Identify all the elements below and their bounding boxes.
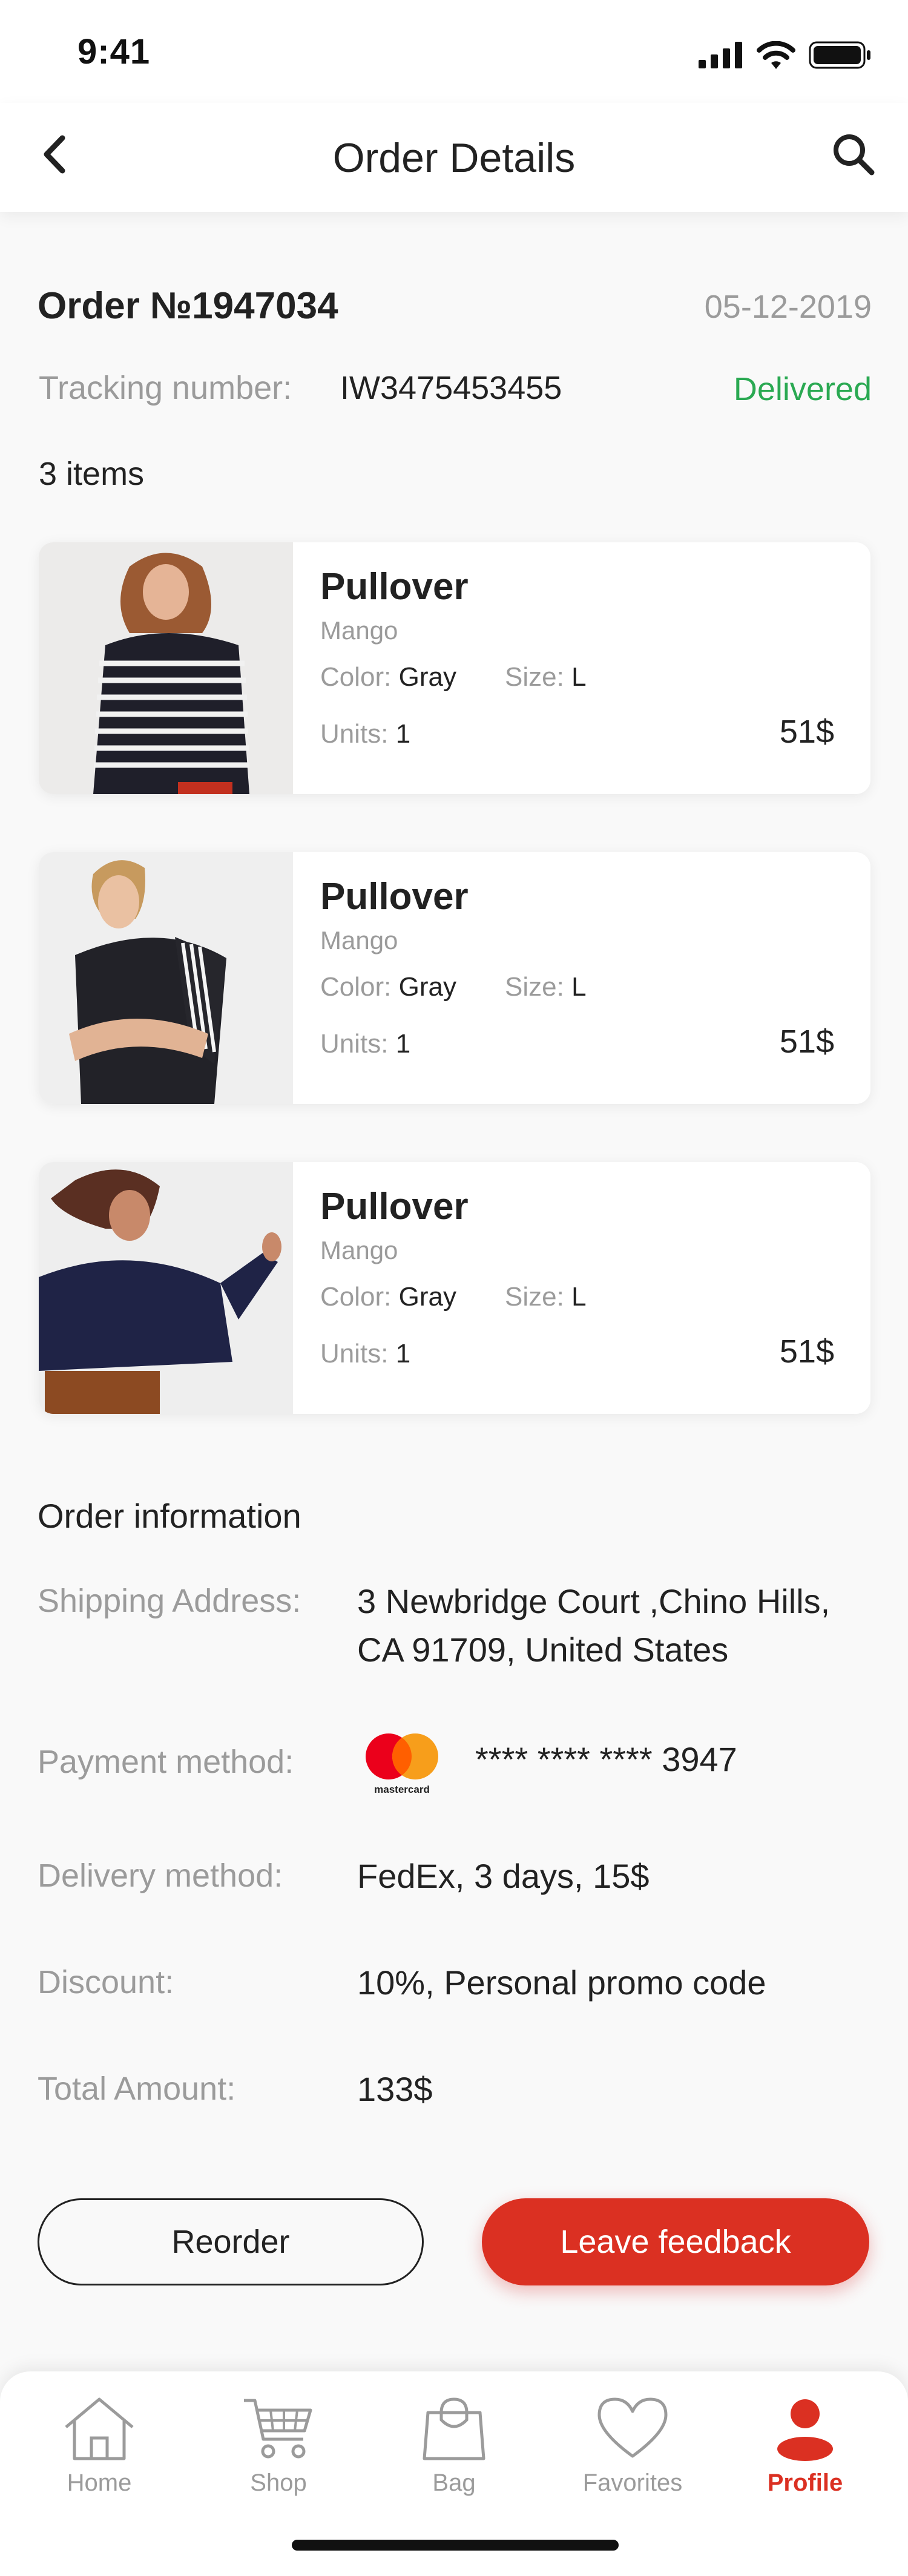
product-price: 51$ [779, 714, 834, 750]
product-units: Units: 1 [320, 1339, 410, 1369]
order-item-card[interactable]: Pullover Mango Color: Gray Size: L Units… [39, 852, 870, 1104]
product-price: 51$ [779, 1333, 834, 1370]
product-price: 51$ [779, 1024, 834, 1060]
order-item-card[interactable]: Pullover Mango Color: Gray Size: L Units… [39, 542, 870, 794]
profile-icon [777, 2399, 833, 2461]
total-label: Total Amount: [38, 2071, 236, 2107]
tracking-number: IW3475453455 [340, 370, 562, 406]
product-image [39, 852, 293, 1104]
product-image [39, 1162, 293, 1414]
nav-bar: Order Details [0, 103, 908, 212]
heart-icon [597, 2397, 668, 2458]
product-size: Size: L [505, 972, 587, 1002]
shipping-address: 3 Newbridge Court ,Chino Hills, CA 91709… [357, 1577, 830, 1674]
tab-bag-label: Bag [432, 2469, 476, 2496]
delivery-label: Delivery method: [38, 1858, 283, 1894]
payment-label: Payment method: [38, 1744, 294, 1780]
size-value: L [571, 1282, 587, 1312]
bag-icon [423, 2397, 485, 2460]
size-value: L [571, 972, 587, 1002]
status-bar: 9:41 [0, 0, 908, 103]
size-label: Size: [505, 972, 564, 1002]
color-label: Color: [320, 662, 392, 692]
product-brand: Mango [320, 926, 398, 954]
tab-profile[interactable]: Profile [732, 2396, 878, 2517]
cart-icon [244, 2399, 312, 2459]
product-units: Units: 1 [320, 1029, 410, 1059]
product-size: Size: L [505, 1282, 587, 1312]
signal-icon [699, 42, 742, 68]
status-icons [699, 41, 872, 69]
size-label: Size: [505, 1282, 564, 1312]
tab-favorites[interactable]: Favorites [560, 2396, 705, 2517]
size-value: L [571, 662, 587, 692]
status-time: 9:41 [77, 32, 151, 71]
product-color: Color: Gray [320, 972, 456, 1002]
units-label: Units: [320, 1339, 389, 1368]
product-units: Units: 1 [320, 719, 410, 749]
units-label: Units: [320, 1029, 389, 1059]
wifi-icon [757, 41, 795, 69]
delivery-method: FedEx, 3 days, 15$ [357, 1857, 650, 1895]
tab-profile-label: Profile [767, 2469, 843, 2496]
shipping-address-line1: 3 Newbridge Court ,Chino Hills, [357, 1582, 831, 1620]
size-label: Size: [505, 662, 564, 692]
search-button[interactable] [826, 127, 881, 182]
status-badge: Delivered [733, 371, 872, 407]
card-brand-text: mastercard [374, 1784, 430, 1795]
discount-value: 10%, Personal promo code [357, 1963, 766, 2002]
product-name: Pullover [320, 876, 469, 918]
product-brand: Mango [320, 616, 398, 645]
units-value: 1 [395, 1029, 411, 1059]
tab-home-label: Home [67, 2469, 132, 2496]
total-amount: 133$ [357, 2070, 433, 2108]
page-title: Order Details [332, 135, 576, 181]
home-icon [65, 2397, 134, 2460]
shipping-label: Shipping Address: [38, 1583, 301, 1619]
units-value: 1 [395, 719, 411, 749]
order-item-card[interactable]: Pullover Mango Color: Gray Size: L Units… [39, 1162, 870, 1414]
reorder-button[interactable]: Reorder [38, 2198, 424, 2285]
shipping-address-line2: CA 91709, United States [357, 1631, 729, 1669]
order-date: 05-12-2019 [704, 289, 872, 325]
leave-feedback-button[interactable]: Leave feedback [482, 2198, 869, 2285]
color-value: Gray [398, 972, 456, 1002]
color-value: Gray [398, 1282, 456, 1312]
product-size: Size: L [505, 662, 587, 692]
tab-bar: Home Shop Bag Favorites Profile [0, 2371, 908, 2576]
tracking-label: Tracking number: [39, 370, 292, 406]
product-brand: Mango [320, 1236, 398, 1264]
card-number: **** **** **** 3947 [475, 1740, 737, 1778]
tab-favorites-label: Favorites [582, 2469, 683, 2496]
product-name: Pullover [320, 566, 469, 608]
tab-shop-label: Shop [250, 2469, 307, 2496]
product-image [39, 542, 293, 794]
search-icon [834, 134, 875, 176]
order-number: Order №1947034 [38, 285, 338, 327]
product-color: Color: Gray [320, 662, 456, 692]
units-value: 1 [395, 1339, 411, 1368]
battery-icon [809, 41, 870, 69]
mastercard-icon: mastercard [366, 1733, 438, 1795]
tab-bag[interactable]: Bag [381, 2396, 527, 2517]
discount-label: Discount: [38, 1964, 174, 2000]
order-info-title: Order information [38, 1497, 301, 1535]
units-label: Units: [320, 719, 389, 749]
tab-shop[interactable]: Shop [206, 2396, 351, 2517]
items-count: 3 items [39, 456, 145, 492]
home-indicator [292, 2540, 619, 2551]
color-label: Color: [320, 972, 392, 1002]
color-label: Color: [320, 1282, 392, 1312]
color-value: Gray [398, 662, 456, 692]
product-color: Color: Gray [320, 1282, 456, 1312]
product-name: Pullover [320, 1186, 469, 1227]
tab-home[interactable]: Home [27, 2396, 172, 2517]
